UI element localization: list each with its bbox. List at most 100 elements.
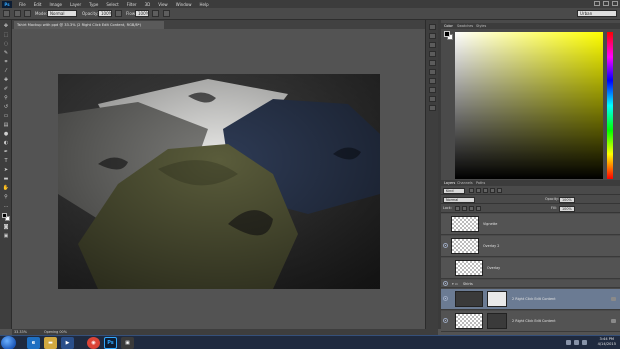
tab-color[interactable]: Color	[444, 24, 453, 28]
layer-name[interactable]: Overlay 2	[483, 244, 499, 248]
layer-row-vignette[interactable]: Vignette	[441, 214, 620, 235]
tab-layers[interactable]: Layers	[444, 181, 455, 185]
start-button-icon[interactable]	[1, 336, 16, 349]
layer-group-shirts[interactable]: ▾ ▭ Shirts	[441, 280, 620, 288]
lasso-tool-icon[interactable]: ◌	[2, 41, 10, 48]
filter-adjustment-icon[interactable]	[476, 188, 481, 193]
foreground-color-swatch[interactable]	[2, 213, 7, 218]
character-panel-icon[interactable]	[429, 51, 436, 57]
layer-name[interactable]: Shirts	[463, 282, 473, 286]
filter-shape-icon[interactable]	[490, 188, 495, 193]
marquee-tool-icon[interactable]: ⬚	[2, 32, 10, 39]
tshirt-mockup-photo[interactable]	[58, 74, 380, 289]
menu-help[interactable]: Help	[195, 2, 212, 7]
actions-panel-icon[interactable]	[429, 87, 436, 93]
healing-brush-tool-icon[interactable]: ✚	[2, 77, 10, 84]
history-panel-icon[interactable]	[429, 24, 436, 30]
visibility-eye-icon[interactable]	[443, 243, 448, 248]
minimize-icon[interactable]	[594, 1, 600, 6]
file-explorer-icon[interactable]: ▬	[44, 337, 57, 349]
media-player-icon[interactable]: ▶	[61, 337, 74, 349]
menu-edit[interactable]: Edit	[30, 2, 46, 7]
menu-file[interactable]: File	[15, 2, 30, 7]
clone-source-panel-icon[interactable]	[429, 105, 436, 111]
history-brush-tool-icon[interactable]: ↺	[2, 104, 10, 111]
tray-volume-icon[interactable]	[574, 340, 579, 345]
document-tab[interactable]: Tshirt Mockup with ppd @ 33.3% (2 Right …	[14, 21, 164, 29]
tab-channels[interactable]: Channels	[457, 181, 473, 185]
group-expand-icon[interactable]: ▾ ▭	[452, 282, 458, 286]
visibility-eye-icon[interactable]	[443, 281, 448, 286]
fill-field[interactable]: 100%	[559, 206, 575, 212]
path-selection-tool-icon[interactable]: ➤	[2, 167, 10, 174]
mode-select[interactable]: Normal	[47, 10, 77, 17]
tab-styles[interactable]: Styles	[476, 24, 486, 28]
chrome-icon[interactable]: ◉	[87, 337, 100, 349]
tab-paths[interactable]: Paths	[476, 181, 485, 185]
zoom-readout[interactable]: 33.33%	[14, 330, 27, 334]
pen-tool-icon[interactable]: ✒	[2, 149, 10, 156]
blend-mode-select[interactable]: Normal	[443, 197, 475, 203]
adjustments-panel-icon[interactable]	[429, 78, 436, 84]
hue-slider[interactable]	[607, 32, 613, 179]
layer-kind-filter[interactable]: Kind	[443, 188, 465, 194]
photoshop-taskbar-icon[interactable]: Ps	[104, 337, 117, 349]
lock-transparent-icon[interactable]	[455, 206, 460, 211]
airbrush-icon[interactable]	[152, 10, 159, 17]
app-taskbar-icon[interactable]: ▣	[121, 337, 134, 349]
properties-panel-icon[interactable]	[429, 33, 436, 39]
layer-name[interactable]: Vignette	[483, 222, 497, 226]
type-tool-icon[interactable]: T	[2, 158, 10, 165]
menu-window[interactable]: Window	[172, 2, 196, 7]
menu-layer[interactable]: Layer	[66, 2, 85, 7]
layer-name[interactable]: 2 Right Click Edit Content	[512, 319, 556, 323]
menu-view[interactable]: View	[154, 2, 172, 7]
crop-tool-icon[interactable]: ⌗	[2, 59, 10, 66]
menu-type[interactable]: Type	[85, 2, 102, 7]
panel-fg-bg-swatches[interactable]	[444, 31, 454, 41]
internet-explorer-icon[interactable]: e	[27, 337, 40, 349]
lock-all-icon[interactable]	[476, 206, 481, 211]
workspace-select[interactable]: Urban	[577, 10, 617, 17]
visibility-eye-icon[interactable]	[443, 296, 448, 301]
quick-mask-icon[interactable]: ◙	[2, 224, 10, 231]
layer-row-overlay-2[interactable]: Overlay 2	[441, 236, 620, 257]
paragraph-panel-icon[interactable]	[429, 60, 436, 66]
shape-tool-icon[interactable]: ▬	[2, 176, 10, 183]
brush-size-icon[interactable]	[14, 10, 21, 17]
layer-row[interactable]: 2 Right Click Edit Content	[441, 311, 620, 332]
visibility-eye-icon[interactable]	[443, 318, 448, 323]
pressure-opacity-icon[interactable]	[115, 10, 122, 17]
tab-swatches[interactable]: Swatches	[457, 24, 473, 28]
color-field[interactable]	[455, 32, 603, 179]
move-tool-icon[interactable]: ✥	[2, 23, 10, 30]
filter-pixel-icon[interactable]	[469, 188, 474, 193]
system-clock[interactable]: 3:44 PM 4/14/2015	[598, 337, 616, 347]
tray-network-icon[interactable]	[566, 340, 571, 345]
tray-flag-icon[interactable]	[582, 340, 587, 345]
hand-tool-icon[interactable]: ✋	[2, 185, 10, 192]
navigator-panel-icon[interactable]	[429, 96, 436, 102]
brush-tool-icon[interactable]: ✐	[2, 86, 10, 93]
brush-panel-toggle-icon[interactable]	[24, 10, 31, 17]
brush-presets-panel-icon[interactable]	[429, 69, 436, 75]
dodge-tool-icon[interactable]: ◐	[2, 140, 10, 147]
opacity-field[interactable]: 100%	[98, 10, 112, 17]
screen-mode-icon[interactable]: ▣	[2, 233, 10, 240]
layer-name[interactable]: Overlay	[487, 266, 500, 270]
eraser-tool-icon[interactable]: ▭	[2, 113, 10, 120]
menu-select[interactable]: Select	[102, 2, 122, 7]
clone-stamp-tool-icon[interactable]: ⚲	[2, 95, 10, 102]
close-icon[interactable]	[612, 1, 618, 6]
blur-tool-icon[interactable]: ●	[2, 131, 10, 138]
menu-image[interactable]: Image	[45, 2, 66, 7]
lock-image-icon[interactable]	[462, 206, 467, 211]
brush-tool-preset-icon[interactable]	[3, 10, 10, 17]
filter-smart-object-icon[interactable]	[497, 188, 502, 193]
layer-row-overlay[interactable]: Overlay	[441, 258, 620, 279]
flow-field[interactable]: 100%	[135, 10, 149, 17]
more-tools-icon[interactable]: …	[2, 203, 10, 210]
eyedropper-tool-icon[interactable]: ⁄	[2, 68, 10, 75]
gradient-tool-icon[interactable]: ▤	[2, 122, 10, 129]
zoom-tool-icon[interactable]: ⚲	[2, 194, 10, 201]
